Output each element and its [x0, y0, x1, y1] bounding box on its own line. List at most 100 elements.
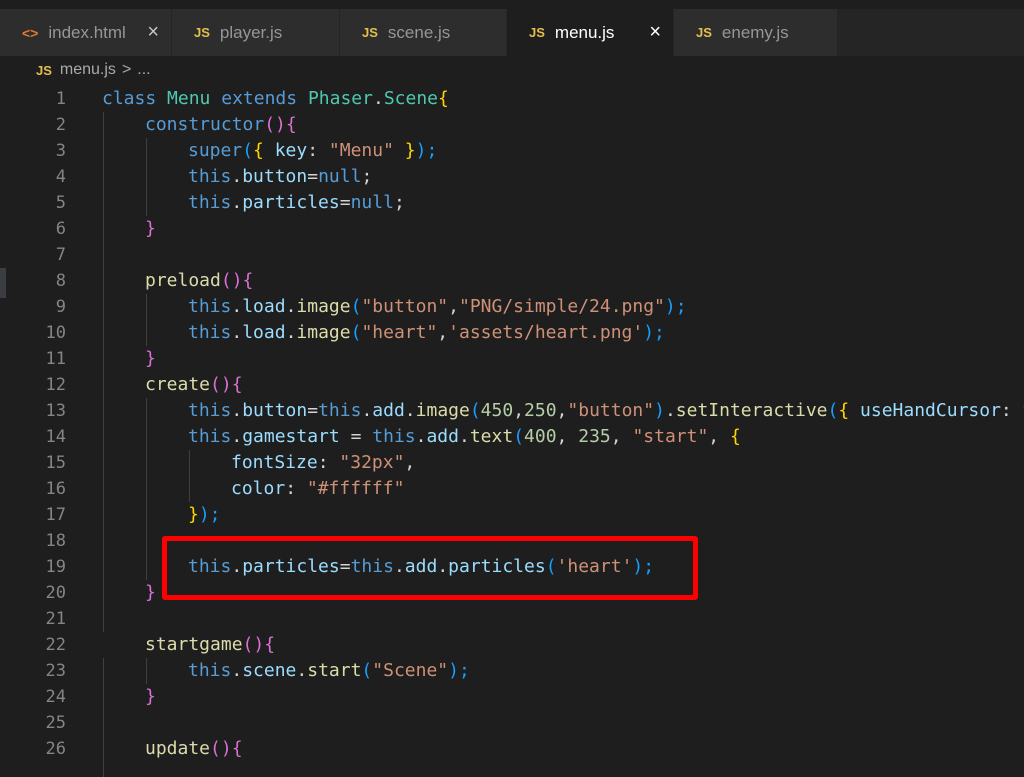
token-bracket: { — [231, 374, 243, 395]
token-class-name: Scene — [383, 88, 438, 109]
token-property: add — [372, 400, 405, 421]
line-code: } — [145, 216, 156, 242]
token-keyword: this — [188, 296, 232, 317]
token-punctuation: : — [307, 140, 329, 161]
token-keyword: this — [188, 660, 232, 681]
token-punctuation: . — [231, 166, 243, 187]
token-punctuation: , — [708, 426, 730, 447]
line-number: 14 — [45, 427, 66, 447]
tab-enemy-js[interactable]: JS enemy.js — [674, 9, 838, 56]
tab-menu-js[interactable]: JS menu.js × — [507, 9, 674, 56]
token-punctuation: , — [404, 452, 416, 473]
line-code: super({ key: "Menu" }); — [188, 138, 437, 164]
token-function: update — [145, 738, 211, 759]
token-keyword: extends — [221, 88, 298, 109]
token-bracket: ); — [643, 322, 665, 343]
code-line: 17 }); — [0, 502, 1024, 528]
close-icon[interactable]: × — [147, 21, 159, 44]
line-code: this.scene.start("Scene"); — [188, 658, 470, 684]
line-code: this.particles=null; — [188, 190, 405, 216]
token-string: "heart" — [361, 322, 438, 343]
token-bracket: } — [145, 348, 156, 369]
token-operator: = — [339, 426, 373, 447]
token-bracket: { — [438, 88, 449, 109]
token-property: key — [274, 140, 308, 161]
token-punctuation: : — [1000, 400, 1023, 421]
token-bracket: ( — [350, 322, 362, 343]
token-punctuation: . — [231, 426, 243, 447]
code-line: 1 class Menu extends Phaser.Scene{ — [0, 86, 1024, 112]
token-bracket: { — [264, 634, 276, 655]
token-operator: = — [307, 166, 319, 187]
window-top-strip — [0, 0, 1024, 9]
code-line: 14 this.gamestart = this.add.text(400, 2… — [0, 424, 1024, 450]
token-bracket: ); — [415, 140, 438, 161]
line-number: 4 — [55, 167, 66, 187]
code-line: 5 this.particles=null; — [0, 190, 1024, 216]
token-property: color — [231, 478, 286, 499]
token-keyword: this — [188, 400, 232, 421]
html-file-icon: <> — [22, 24, 39, 41]
tab-label: menu.js — [554, 22, 615, 42]
line-code: color: "#ffffff" — [231, 476, 404, 502]
token-number: 400 — [524, 426, 557, 447]
token-function: preload — [145, 270, 221, 291]
token-property: useHandCursor — [860, 400, 1001, 421]
line-number: 12 — [45, 375, 66, 395]
token-function: image — [296, 296, 351, 317]
tab-label: index.html — [48, 22, 126, 42]
tab-player-js[interactable]: JS player.js — [172, 9, 340, 56]
token-class-name: Menu — [167, 88, 211, 109]
token-property: add — [426, 426, 459, 447]
token-punctuation: , — [513, 400, 525, 421]
line-code: } — [145, 580, 156, 606]
token-function: startgame — [145, 634, 243, 655]
token-keyword: null — [318, 166, 362, 187]
line-code: create(){ — [145, 372, 243, 398]
line-number: 20 — [45, 583, 66, 603]
token-punctuation: , — [610, 426, 633, 447]
editor-tab-bar: <> index.html × JS player.js JS scene.js… — [0, 9, 1024, 56]
token-keyword: this — [188, 426, 232, 447]
token-bracket: } — [145, 218, 156, 239]
line-number: 11 — [45, 349, 66, 369]
token-punctuation: , — [556, 400, 568, 421]
token-bracket: } — [145, 582, 156, 603]
line-code: }); — [188, 502, 221, 528]
close-icon[interactable]: × — [649, 21, 661, 44]
code-line: 4 this.button=null; — [0, 164, 1024, 190]
token-property: fontSize — [231, 452, 318, 473]
js-file-icon: JS — [36, 62, 52, 78]
code-line: 15 fontSize: "32px", — [0, 450, 1024, 476]
token-keyword: this — [318, 400, 362, 421]
line-number: 18 — [45, 531, 66, 551]
token-keyword: this — [188, 322, 232, 343]
token-string: "Scene" — [372, 660, 449, 681]
token-punctuation: . — [231, 192, 243, 213]
token-string: "PNG/simple/24.png" — [458, 296, 665, 317]
token-bracket: } — [404, 140, 416, 161]
token-bracket: ); — [198, 504, 221, 525]
tab-scene-js[interactable]: JS scene.js — [340, 9, 507, 56]
line-number: 1 — [55, 89, 66, 109]
line-code: this.gamestart = this.add.text(400, 235,… — [188, 424, 741, 450]
code-line: 10 this.load.image("heart",'assets/heart… — [0, 320, 1024, 346]
token-property: scene — [242, 660, 297, 681]
token-keyword: class — [102, 88, 157, 109]
code-line: 25 — [0, 710, 1024, 736]
code-line: 16 color: "#ffffff" — [0, 476, 1024, 502]
token-punctuation: ; — [361, 166, 373, 187]
breadcrumb: JS menu.js > ... — [0, 56, 1024, 84]
breadcrumb-symbol[interactable]: ... — [137, 61, 150, 79]
code-editor[interactable]: 1 class Menu extends Phaser.Scene{ 2 con… — [0, 86, 1024, 777]
code-line: 13 this.button=this.add.image(450,250,"b… — [0, 398, 1024, 424]
tab-index-html[interactable]: <> index.html × — [0, 9, 172, 56]
token-keyword: null — [350, 192, 394, 213]
line-number: 6 — [55, 219, 66, 239]
token-number: 450 — [480, 400, 514, 421]
breadcrumb-file[interactable]: menu.js — [60, 61, 116, 79]
line-number: 5 — [55, 193, 66, 213]
code-line: 23 this.scene.start("Scene"); — [0, 658, 1024, 684]
code-line: 21 — [0, 606, 1024, 632]
token-string: 'assets/heart.png' — [448, 322, 644, 343]
